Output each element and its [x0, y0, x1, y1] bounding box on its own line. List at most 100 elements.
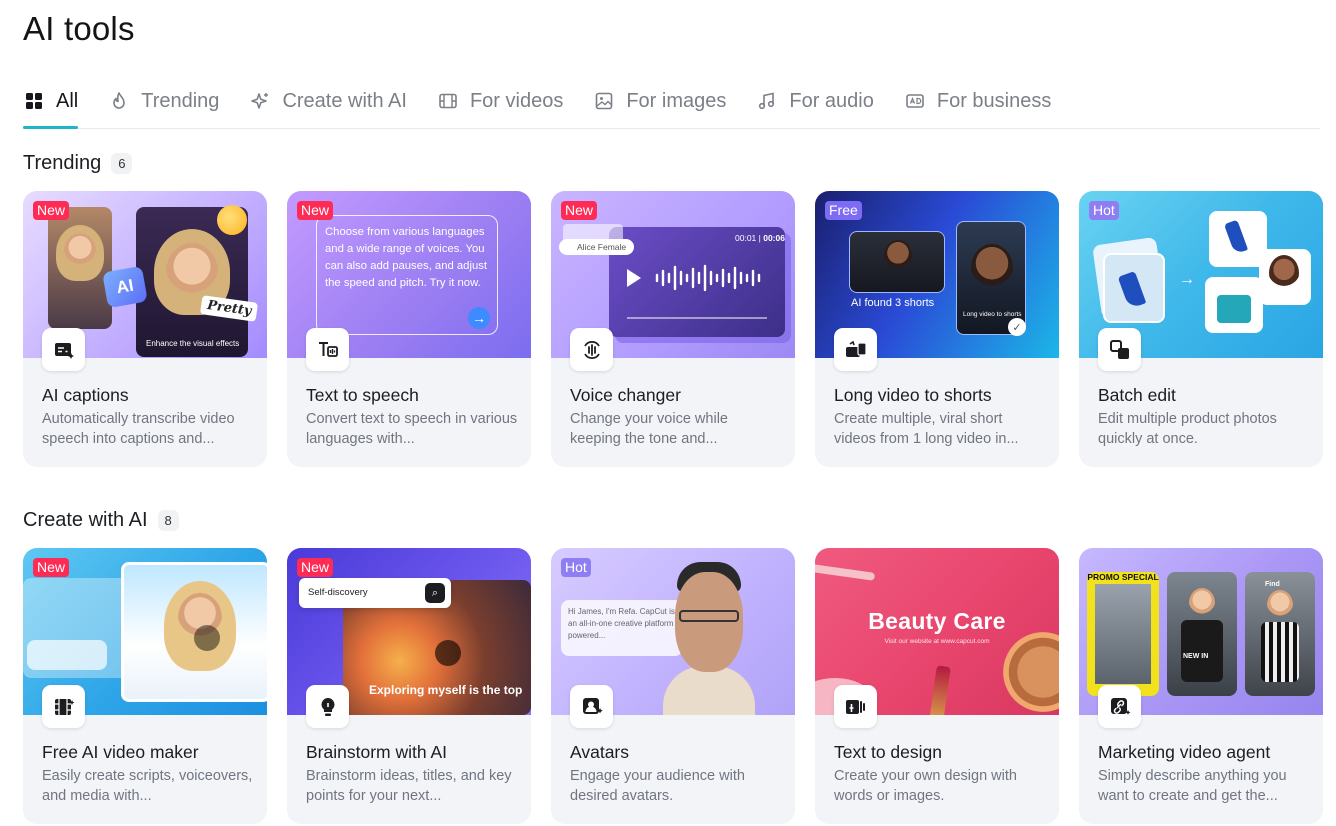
tool-card-text-to-speech[interactable]: Choose from various languages and a wide…	[287, 191, 531, 467]
video-timecode: 00:01 | 00:06	[735, 233, 785, 243]
card-badge: New	[297, 558, 334, 577]
card-title: Long video to shorts	[834, 385, 992, 405]
tool-card-free-ai-video-maker[interactable]: New Free AI video maker Easily create sc…	[23, 548, 267, 824]
glasses	[679, 610, 739, 622]
card-description: Simply describe anything you want to cre…	[1098, 768, 1287, 804]
search-icon: ⌕	[425, 583, 445, 603]
tab-for-images[interactable]: For images	[593, 86, 726, 116]
editor-strip	[27, 640, 107, 670]
category-tabs: All Trending Create with AI For videos F…	[23, 86, 1320, 129]
avatar-presenter	[649, 562, 769, 715]
video-overlay-text: Exploring myself is the top	[369, 683, 523, 697]
fashion-frame: NEW IN	[1167, 572, 1237, 696]
marketing-agent-icon	[1098, 685, 1141, 728]
lightbulb-icon	[306, 685, 349, 728]
play-button	[435, 640, 461, 666]
tab-for-audio[interactable]: For audio	[756, 86, 874, 116]
card-badge: Hot	[561, 558, 591, 577]
tab-for-business[interactable]: For business	[904, 86, 1052, 116]
tool-card-batch-edit[interactable]: → Hot Batch edit Edit multiple product p…	[1079, 191, 1323, 467]
section-title-create-with-ai: Create with AI 8	[23, 509, 179, 532]
count-badge: 8	[157, 510, 179, 531]
search-text: Self-discovery	[308, 587, 368, 598]
arrow-right-icon: →	[1179, 271, 1195, 288]
tool-card-voice-changer[interactable]: 00:01 | 00:06 Alice Female New Voice cha…	[551, 191, 795, 467]
tool-card-long-video-to-shorts[interactable]: Long video to shorts ✓ AI found 3 shorts…	[815, 191, 1059, 467]
section-title-text: Trending	[23, 152, 102, 174]
create-with-ai-cards-row: New Free AI video maker Easily create sc…	[23, 548, 1323, 824]
card-title: Batch edit	[1098, 385, 1176, 405]
card-title: Text to speech	[306, 385, 419, 405]
card-badge: New	[561, 201, 598, 220]
waveform	[655, 264, 761, 292]
card-description: Edit multiple product photos quickly at …	[1098, 411, 1277, 447]
card-title: Marketing video agent	[1098, 742, 1271, 762]
card-description: Create multiple, viral short videos from…	[834, 411, 1019, 447]
promo-photo	[1095, 584, 1151, 684]
high-heel-shoe	[1117, 270, 1147, 310]
tab-for-videos[interactable]: For videos	[437, 86, 563, 116]
time-current: 00:01	[735, 233, 757, 243]
card-title: Text to design	[834, 742, 942, 762]
page-title: AI tools	[23, 10, 135, 47]
ai-found-label: AI found 3 shorts	[851, 297, 935, 309]
tab-label: For audio	[789, 89, 874, 112]
play-icon	[627, 269, 641, 287]
tool-card-brainstorm-with-ai[interactable]: Exploring myself is the top Self-discove…	[287, 548, 531, 824]
arrow-right-icon: →	[468, 307, 490, 329]
tool-card-ai-captions[interactable]: Enhance the visual effects AI Pretty New…	[23, 191, 267, 467]
tool-card-avatars[interactable]: Hi James, I'm Refa. CapCut is an all-in-…	[551, 548, 795, 824]
music-card	[563, 224, 623, 244]
tab-trending[interactable]: Trending	[108, 86, 219, 116]
tool-card-marketing-video-agent[interactable]: PROMO SPECIAL NEW IN Find Marketing vide…	[1079, 548, 1323, 824]
captions-icon	[42, 328, 85, 371]
video-preview	[121, 562, 267, 702]
card-description: Convert text to speech in various langua…	[306, 411, 518, 447]
card-badge: New	[33, 201, 70, 220]
text-to-design-icon	[834, 685, 877, 728]
tab-label: All	[56, 89, 79, 112]
section-title-trending: Trending 6	[23, 152, 133, 175]
avatar-icon	[570, 685, 613, 728]
promo-label: PROMO SPECIAL	[1087, 572, 1159, 582]
progress-track	[627, 317, 767, 319]
check-icon: ✓	[1008, 318, 1026, 336]
card-description: Easily create scripts, voiceovers, and m…	[42, 768, 253, 804]
card-badge: New	[297, 201, 334, 220]
trending-cards-row: Enhance the visual effects AI Pretty New…	[23, 191, 1323, 467]
ad-icon	[904, 90, 926, 112]
product-photo	[1103, 253, 1165, 323]
new-in-label: NEW IN	[1183, 653, 1209, 660]
card-title: AI captions	[42, 385, 129, 405]
card-title: Free AI video maker	[42, 742, 199, 762]
card-description: Brainstorm ideas, titles, and key points…	[306, 768, 512, 804]
music-note-icon	[756, 90, 778, 112]
voice-changer-icon	[570, 328, 613, 371]
portrait-photo	[48, 207, 112, 329]
fashion-frame: Find	[1245, 572, 1315, 696]
grid-icon	[23, 90, 45, 112]
card-title: Brainstorm with AI	[306, 742, 448, 762]
tool-card-text-to-design[interactable]: Beauty Care Visit our website at www.cap…	[815, 548, 1059, 824]
tab-label: Trending	[141, 89, 220, 112]
card-description: Change your voice while keeping the tone…	[570, 411, 728, 447]
sparkle-icon	[249, 90, 271, 112]
card-description: Create your own design with words or ima…	[834, 768, 1017, 804]
video-preview: 00:01 | 00:06	[609, 227, 785, 337]
time-total: 00:06	[763, 233, 785, 243]
card-badge: Free	[825, 201, 862, 220]
tab-label: For videos	[469, 89, 564, 112]
long-video-frame	[849, 231, 945, 293]
tab-all[interactable]: All	[23, 86, 79, 129]
card-badge: Hot	[1089, 201, 1119, 220]
promo-frame: PROMO SPECIAL	[1087, 572, 1159, 696]
card-badge: New	[33, 558, 70, 577]
tab-create-with-ai[interactable]: Create with AI	[249, 86, 407, 116]
tab-label: For business	[936, 89, 1052, 112]
card-title: Avatars	[570, 742, 630, 762]
card-description: Automatically transcribe video speech in…	[42, 411, 235, 447]
batch-edit-icon	[1098, 328, 1141, 371]
flame-icon	[108, 90, 130, 112]
count-badge: 6	[111, 153, 133, 174]
card-title: Voice changer	[570, 385, 681, 405]
